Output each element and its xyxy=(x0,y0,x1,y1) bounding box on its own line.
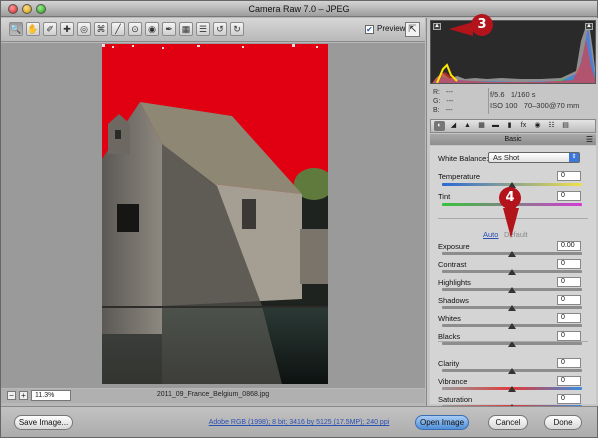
callout-4-pointer xyxy=(503,208,519,238)
shutter-value: 1/160 s xyxy=(510,90,536,99)
saturation-value-field[interactable]: 0 xyxy=(557,394,581,404)
section-divider xyxy=(438,341,588,342)
graduated-filter-icon[interactable]: ▦ xyxy=(179,22,193,36)
zoom-window-button[interactable] xyxy=(36,4,46,14)
contrast-slider-thumb[interactable] xyxy=(508,269,516,275)
highlights-slider-thumb[interactable] xyxy=(508,287,516,293)
window-title: Camera Raw 7.0 – JPEG xyxy=(248,4,350,14)
basic-controls: White Balance: As Shot ⇕ Auto Default Te… xyxy=(430,146,596,410)
temperature-label: Temperature xyxy=(438,172,481,181)
preview-image[interactable] xyxy=(102,44,328,384)
hand-tool-icon[interactable]: ✋ xyxy=(26,22,40,36)
title-bar: Camera Raw 7.0 – JPEG xyxy=(1,1,597,17)
temperature-value-field[interactable]: 0 xyxy=(557,171,581,181)
exposure-slider-thumb[interactable] xyxy=(508,251,516,257)
panel-tabs: ◐ ◢ ▲ ▦ ▬ ▮ fx ◉ ☷ ▤ xyxy=(430,119,596,133)
footer-bar: Save Image... Adobe RGB (1998); 8 bit; 3… xyxy=(1,406,597,437)
whites-slider-thumb[interactable] xyxy=(508,323,516,329)
iso-value: ISO 100 xyxy=(490,101,518,110)
preview-canvas[interactable] xyxy=(1,43,425,388)
crop-tool-icon[interactable]: ⌘ xyxy=(94,22,108,36)
whites-label: Whites xyxy=(438,314,461,323)
done-button[interactable]: Done xyxy=(544,415,582,430)
tab-hsl-icon[interactable]: ▦ xyxy=(476,121,487,131)
tab-snapshots-icon[interactable]: ▤ xyxy=(560,121,571,131)
tab-basic-icon[interactable]: ◐ xyxy=(434,121,445,131)
spot-removal-tool-icon[interactable]: ⊙ xyxy=(128,22,142,36)
vibrance-label: Vibrance xyxy=(438,377,468,386)
shadows-label: Shadows xyxy=(438,296,469,305)
shadows-slider-thumb[interactable] xyxy=(508,305,516,311)
straighten-tool-icon[interactable]: ╱ xyxy=(111,22,125,36)
fullscreen-toggle-button[interactable]: ⇱ xyxy=(405,22,420,37)
tab-detail-icon[interactable]: ▲ xyxy=(462,121,473,131)
exposure-value-field[interactable]: 0.00 xyxy=(557,241,581,251)
preview-checkbox[interactable]: ✔ xyxy=(365,25,374,34)
color-sampler-tool-icon[interactable]: ✚ xyxy=(60,22,74,36)
auto-link[interactable]: Auto xyxy=(483,230,498,239)
rotate-left-icon[interactable]: ↺ xyxy=(213,22,227,36)
white-balance-label: White Balance: xyxy=(438,154,489,163)
vibrance-slider-thumb[interactable] xyxy=(508,386,516,392)
zoom-tool-icon[interactable]: 🔍 xyxy=(9,22,23,36)
lens-value: 70–300@70 mm xyxy=(523,101,580,110)
photo-church-clipping xyxy=(102,44,328,384)
minimize-window-button[interactable] xyxy=(22,4,32,14)
highlights-value-field[interactable]: 0 xyxy=(557,277,581,287)
exposure-label: Exposure xyxy=(438,242,470,251)
readout-area: R: --- G: --- B: --- f/5.6 1/160 s ISO 100 … xyxy=(430,86,596,116)
blue-readout: B: --- xyxy=(433,107,453,114)
basic-panel-header: Basic ☰ xyxy=(430,134,596,145)
tint-label: Tint xyxy=(438,192,451,201)
callout-4: 4 xyxy=(499,187,521,209)
green-readout: G: --- xyxy=(433,98,454,105)
highlight-clipping-warning-toggle[interactable]: ▲ xyxy=(585,23,593,30)
clarity-label: Clarity xyxy=(438,359,460,368)
panel-menu-icon[interactable]: ☰ xyxy=(586,134,593,145)
red-eye-tool-icon[interactable]: ◉ xyxy=(145,22,159,36)
camera-raw-window: Camera Raw 7.0 – JPEG 🔍 ✋ ✐ ✚ ◎ ⌘ ╱ ⊙ ◉ ✒ ▦ ☰ ↺ ↻ ✔ P… xyxy=(0,0,598,438)
white-balance-tool-icon[interactable]: ✐ xyxy=(43,22,57,36)
contrast-value-field[interactable]: 0 xyxy=(557,259,581,269)
tab-lens-icon[interactable]: ▮ xyxy=(504,121,515,131)
preferences-icon[interactable]: ☰ xyxy=(196,22,210,36)
tab-camera-calibration-icon[interactable]: ◉ xyxy=(532,121,543,131)
white-balance-value: As Shot xyxy=(493,153,520,162)
preview-label: Preview xyxy=(377,24,406,33)
callout-3: 3 xyxy=(471,14,493,36)
clarity-value-field[interactable]: 0 xyxy=(557,358,581,368)
whites-value-field[interactable]: 0 xyxy=(557,313,581,323)
select-arrows-icon: ⇕ xyxy=(569,153,579,162)
tab-presets-icon[interactable]: ☷ xyxy=(546,121,557,131)
zoom-bar: − + 11.3% 2011_09_France_Belgium_0868.jp… xyxy=(1,389,425,403)
tab-effects-icon[interactable]: fx xyxy=(518,121,529,131)
close-window-button[interactable] xyxy=(8,4,18,14)
aperture-value: f/5.6 xyxy=(490,90,505,99)
adjustment-brush-icon[interactable]: ✒ xyxy=(162,22,176,36)
blacks-value-field[interactable]: 0 xyxy=(557,331,581,341)
panel-title: Basic xyxy=(504,136,522,143)
readout-divider xyxy=(488,88,489,114)
shadows-value-field[interactable]: 0 xyxy=(557,295,581,305)
exif-info: f/5.6 1/160 s ISO 100 70–300@70 mm xyxy=(490,89,579,111)
cancel-button[interactable]: Cancel xyxy=(488,415,528,430)
targeted-adjustment-tool-icon[interactable]: ◎ xyxy=(77,22,91,36)
vibrance-value-field[interactable]: 0 xyxy=(557,376,581,386)
tint-value-field[interactable]: 0 xyxy=(557,191,581,201)
white-balance-select[interactable]: As Shot ⇕ xyxy=(488,152,580,163)
tab-tone-curve-icon[interactable]: ◢ xyxy=(448,121,459,131)
contrast-label: Contrast xyxy=(438,260,467,269)
clarity-slider-thumb[interactable] xyxy=(508,368,516,374)
saturation-label: Saturation xyxy=(438,395,473,404)
highlights-label: Highlights xyxy=(438,278,471,287)
tab-split-toning-icon[interactable]: ▬ xyxy=(490,121,501,131)
blacks-label: Blacks xyxy=(438,332,461,341)
red-readout: R: --- xyxy=(433,89,453,96)
open-image-button[interactable]: Open Image xyxy=(415,415,469,430)
tools-toolbar: 🔍 ✋ ✐ ✚ ◎ ⌘ ╱ ⊙ ◉ ✒ ▦ ☰ ↺ ↻ ✔ Preview ⇱ xyxy=(1,18,425,42)
file-name: 2011_09_France_Belgium_0868.jpg xyxy=(156,391,270,398)
rotate-right-icon[interactable]: ↻ xyxy=(230,22,244,36)
